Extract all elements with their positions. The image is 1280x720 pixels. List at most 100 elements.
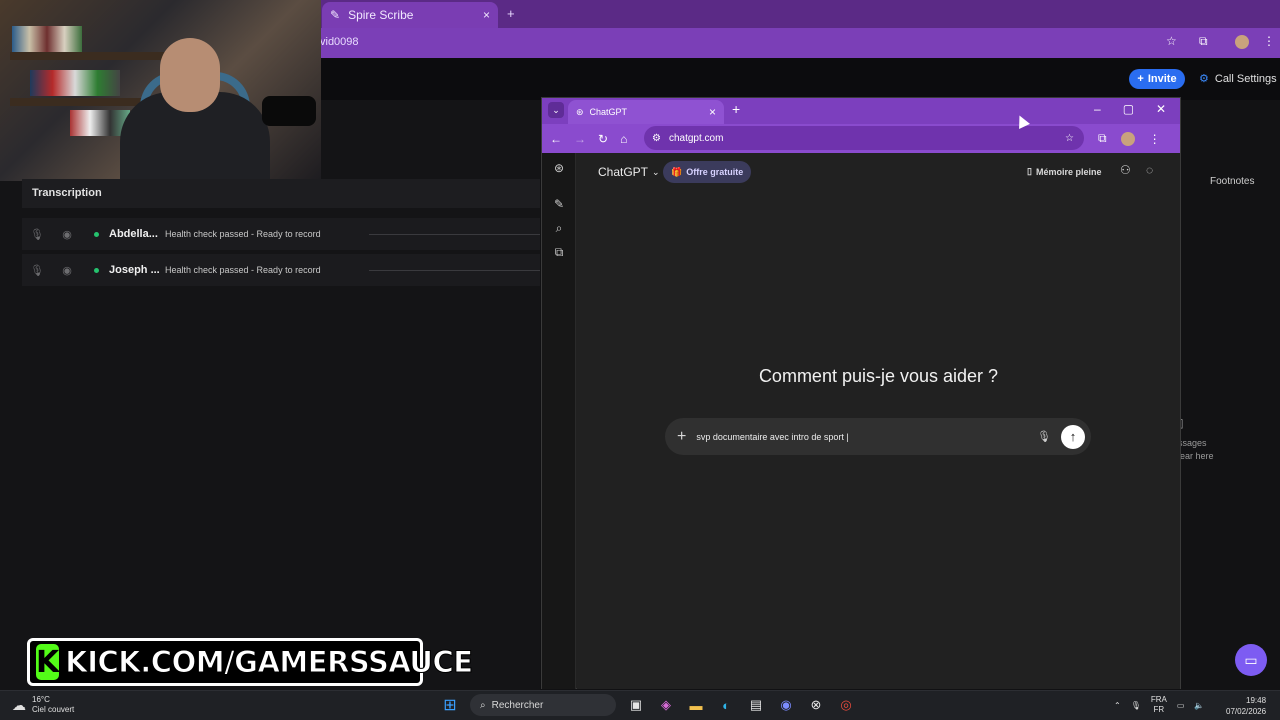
status-dot [94, 231, 99, 237]
tab-search-button[interactable]: ⌄ [548, 102, 564, 118]
search-icon: ⌕ [480, 699, 486, 711]
mic-icon[interactable]: 🎙 [22, 264, 52, 277]
call-settings-button[interactable]: ⚙ Call Settings [1199, 72, 1277, 86]
meeting-right-panel [1181, 100, 1280, 690]
copilot-icon[interactable]: ◈ [656, 695, 676, 715]
profile-avatar[interactable] [1235, 35, 1249, 49]
file-explorer-icon[interactable]: ▬ [686, 695, 706, 715]
browser-toolbar: ← → ↻ ⌂ ⚙ chatgpt.com ☆ ⧉ ⋮ [542, 124, 1180, 153]
kick-url-text: KICK.COM/GAMERSSAUCE [65, 645, 474, 680]
tab-favicon-icon: ✎ [330, 8, 341, 22]
forward-icon[interactable]: → [574, 132, 586, 146]
chatgpt-sidebar: ⊛ ✎ ⌕ ⧉ [542, 153, 576, 689]
memory-label: Mémoire pleine [1035, 166, 1102, 177]
weather-widget[interactable]: ☁ 16°C Ciel couvert [12, 695, 74, 715]
messages-label: ssages [1178, 438, 1207, 448]
star-icon[interactable]: ☆ [1065, 133, 1074, 144]
new-tab-plus-icon[interactable]: + [732, 101, 740, 117]
temporary-chat-icon[interactable]: ◌ [1146, 163, 1153, 177]
messages-empty-text: ssages ear here [1176, 437, 1214, 463]
taskbar-search[interactable]: ⌕ Rechercher [470, 694, 616, 716]
store-icon[interactable]: ▤ [746, 695, 766, 715]
send-icon[interactable]: ↑ [1061, 424, 1085, 449]
toolbar-right: ⧉ ⋮ [1098, 131, 1161, 146]
cloud-icon: ☁ [12, 697, 26, 713]
menu-icon[interactable]: ⋮ [1263, 34, 1275, 48]
tab-spire-scribe[interactable]: ✎ Spire Scribe × [322, 2, 498, 28]
record-icon[interactable]: ◉ [52, 228, 82, 241]
webcam-overlay [0, 0, 321, 181]
extensions-icon[interactable]: ⧉ [1199, 34, 1208, 49]
memory-icon: ▯ [1027, 166, 1032, 176]
windows-start-icon[interactable]: ⊞ [440, 695, 460, 715]
mic-icon[interactable]: 🎙 [22, 228, 52, 241]
invite-button[interactable]: + Invite [1129, 69, 1185, 89]
prompt-composer: + 🎙 ↑ [665, 418, 1091, 455]
close-window-icon[interactable]: ✕ [1156, 102, 1166, 116]
time: 19:48 [1246, 696, 1267, 705]
mic-icon[interactable]: 🎙 [1037, 430, 1051, 443]
tab-footnotes[interactable]: Footnotes [1210, 176, 1254, 187]
kick-logo: K [36, 644, 60, 680]
minimize-icon[interactable]: – [1094, 102, 1101, 116]
network-icon[interactable]: ▭ [1177, 701, 1185, 710]
participant-row[interactable]: 🎙 ◉ Abdella... Health check passed - Rea… [22, 218, 540, 250]
address-bar[interactable]: ⚙ chatgpt.com ☆ [644, 126, 1084, 150]
tab-chatgpt[interactable]: ⊛ ChatGPT × [568, 100, 724, 124]
prompt-input[interactable] [696, 431, 1028, 442]
maximize-icon[interactable]: ▢ [1123, 102, 1134, 116]
close-icon[interactable]: × [483, 8, 490, 22]
record-icon[interactable]: ◉ [52, 264, 82, 277]
profile-avatar[interactable] [1120, 131, 1135, 146]
search-icon[interactable]: ⌕ [551, 221, 567, 237]
task-view-icon[interactable]: ▣ [626, 695, 646, 715]
plus-icon[interactable]: + [677, 428, 686, 446]
chevron-up-icon[interactable]: ⌃ [1114, 701, 1121, 710]
volume-icon[interactable]: 🔈 [1194, 701, 1204, 710]
background-url[interactable]: vid0098 [320, 36, 359, 48]
chevron-down-icon: ⌄ [652, 166, 660, 177]
weather-description: Ciel couvert [32, 705, 75, 714]
search-placeholder: Rechercher [491, 699, 544, 711]
discord-icon[interactable]: ◉ [776, 695, 796, 715]
openai-logo-icon[interactable]: ⊛ [551, 161, 567, 177]
edge-icon[interactable]: ◐ [716, 695, 736, 715]
date: 07/02/2026 [1226, 707, 1267, 716]
chat-icon: ▭ [1244, 651, 1258, 668]
invite-label: Invite [1147, 73, 1177, 85]
mic-icon[interactable]: 🎙 [1131, 701, 1141, 710]
participant-row[interactable]: 🎙 ◉ Joseph ... Health check passed - Rea… [22, 254, 540, 286]
free-offer-button[interactable]: 🎁 Offre gratuite [663, 161, 752, 183]
taskbar-apps: ⊞ ⌕ Rechercher ▣ ◈ ▬ ◐ ▤ ◉ ⊗ ◎ [440, 694, 856, 716]
divider [369, 269, 540, 271]
new-tab-plus-icon[interactable]: + [507, 6, 515, 21]
extensions-icon[interactable]: ⧉ [1098, 131, 1107, 146]
model-label: ChatGPT [598, 165, 649, 179]
model-selector[interactable]: ChatGPT ⌄ [598, 165, 660, 179]
system-tray: ⌃ 🎙 FRA FR ▭ 🔈 [1114, 695, 1204, 715]
window-controls: – ▢ ✕ [1094, 102, 1166, 116]
back-icon[interactable]: ← [550, 132, 562, 146]
close-icon[interactable]: × [709, 105, 716, 119]
memory-full-button[interactable]: ▯ Mémoire pleine [1027, 166, 1101, 177]
participant-status: Health check passed - Ready to record [165, 265, 321, 275]
chat-bubble-icon[interactable]: ▭ [1235, 644, 1267, 676]
clock[interactable]: 19:48 07/02/2026 [1226, 695, 1266, 717]
library-icon[interactable]: ⧉ [551, 245, 567, 261]
site-info-icon[interactable]: ⚙ [652, 133, 661, 144]
menu-icon[interactable]: ⋮ [1149, 132, 1161, 146]
reload-icon[interactable]: ↻ [598, 132, 608, 146]
user-icon[interactable]: ⚇ [1120, 163, 1131, 177]
chatgpt-browser-window: ⌄ ⊛ ChatGPT × + – ▢ ✕ ← → ↻ ⌂ ⚙ chatgpt.… [541, 97, 1181, 689]
participant-name: Abdella... [109, 228, 158, 240]
language-indicator[interactable]: FRA FR [1151, 695, 1167, 715]
star-icon[interactable]: ☆ [1166, 34, 1177, 48]
page-heading: Comment puis-je vous aider ? [758, 366, 999, 386]
keyboard-code: FR [1153, 705, 1165, 714]
clear-label: ear here [1180, 451, 1214, 461]
tab-title: ChatGPT [589, 107, 628, 117]
app-icon[interactable]: ⊗ [806, 695, 826, 715]
chrome-icon[interactable]: ◎ [836, 695, 856, 715]
new-chat-icon[interactable]: ✎ [551, 197, 567, 213]
home-icon[interactable]: ⌂ [620, 132, 627, 146]
